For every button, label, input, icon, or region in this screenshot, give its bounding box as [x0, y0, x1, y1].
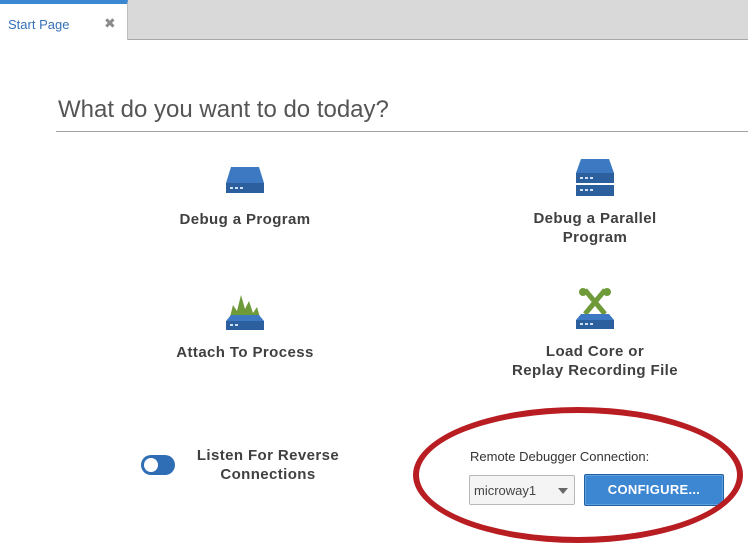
configure-button[interactable]: CONFIGURE...	[584, 474, 724, 506]
divider	[56, 131, 748, 132]
close-icon[interactable]: ✖	[104, 15, 116, 32]
debug-parallel-label: Debug a Parallel Program	[533, 210, 657, 246]
drive-icon	[226, 167, 264, 193]
attach-process-label: Attach To Process	[176, 344, 314, 361]
page-title: What do you want to do today?	[58, 96, 389, 123]
debug-program-label: Debug a Program	[179, 211, 311, 228]
tab-label: Start Page	[8, 17, 70, 32]
load-core-icon	[576, 288, 614, 329]
attach-process-button[interactable]: Attach To Process	[130, 291, 360, 362]
debug-program-button[interactable]: Debug a Program	[130, 163, 360, 229]
load-core-button[interactable]: Load Core or Replay Recording File	[480, 286, 710, 380]
select-value: microway1	[474, 483, 537, 498]
listen-label: Listen For Reverse Connections	[196, 447, 340, 483]
chevron-down-icon	[558, 488, 568, 494]
tab-bar: Start Page ✖	[0, 0, 748, 40]
debug-parallel-button[interactable]: Debug a Parallel Program	[480, 155, 710, 247]
tab-start-page[interactable]: Start Page ✖	[0, 0, 128, 40]
remote-connection-label: Remote Debugger Connection:	[470, 449, 650, 464]
remote-connection-select[interactable]: microway1	[469, 475, 575, 505]
load-core-label: Load Core or Replay Recording File	[512, 343, 678, 379]
attach-process-icon	[226, 295, 264, 330]
listen-toggle[interactable]	[141, 455, 175, 475]
toggle-knob	[144, 458, 158, 472]
drive-stack-icon	[576, 159, 614, 196]
